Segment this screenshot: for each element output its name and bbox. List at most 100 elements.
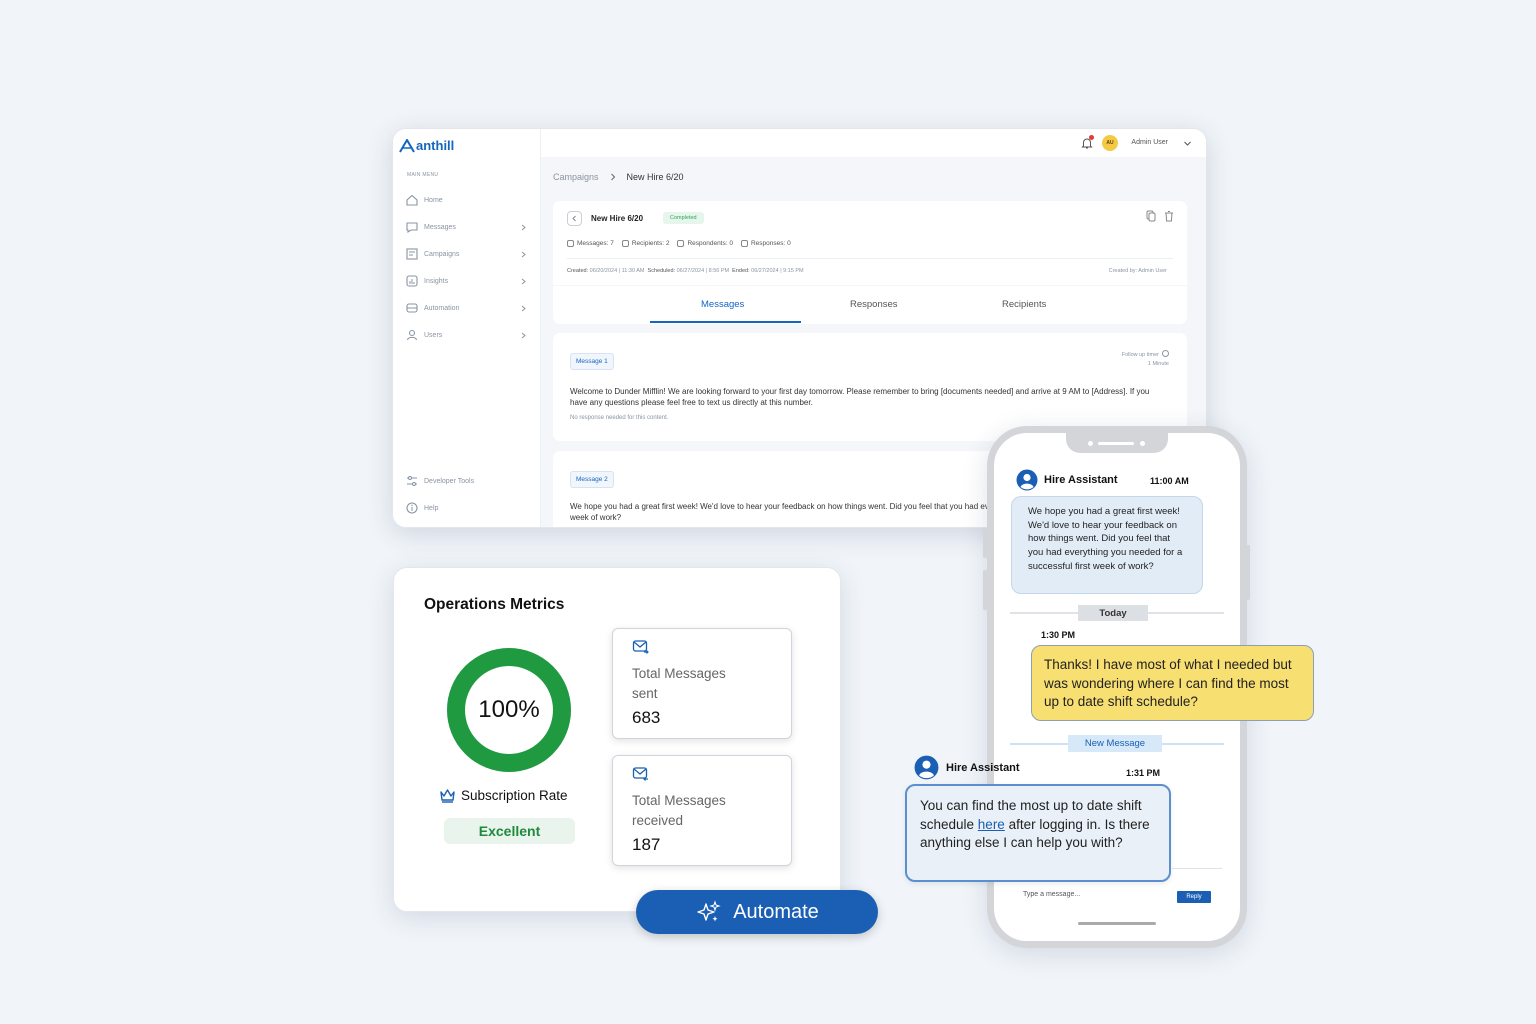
- campaign-stats: Messages: 7 Recipients: 2 Respondents: 0…: [567, 240, 791, 247]
- subscription-label: Subscription Rate: [461, 788, 568, 803]
- sidebar-item-home[interactable]: Home: [405, 191, 527, 209]
- tab-responses[interactable]: Responses: [850, 299, 898, 310]
- message-input[interactable]: Type a message...: [1023, 891, 1080, 898]
- sidebar-item-insights[interactable]: Insights: [405, 272, 527, 290]
- stat-recipients-text: Recipients: 2: [631, 240, 670, 247]
- sidebar-item-messages[interactable]: Messages: [405, 218, 527, 236]
- breadcrumb-campaigns[interactable]: Campaigns: [553, 172, 599, 182]
- sidebar-item-label: Campaigns: [424, 250, 460, 258]
- sidebar: anthill MAIN MENU Home Messages Campaign…: [393, 129, 541, 527]
- reply-button[interactable]: Reply: [1177, 891, 1211, 903]
- automation-icon: [406, 303, 418, 313]
- compose-divider: [1172, 868, 1222, 869]
- user-avatar[interactable]: AU: [1102, 135, 1118, 151]
- created-by: Created by: Admin User: [1108, 268, 1167, 274]
- status-badge: Completed: [663, 212, 704, 224]
- campaigns-icon: [406, 248, 418, 260]
- anthill-logo-icon: [399, 138, 415, 153]
- active-tab-indicator: [650, 321, 801, 323]
- phone-volume-button: [983, 530, 988, 558]
- total-received-card: Total Messages received 187: [612, 755, 792, 866]
- mail-sent-icon: [632, 640, 649, 654]
- sidebar-item-automation[interactable]: Automation: [405, 299, 527, 317]
- sidebar-item-label: Insights: [424, 277, 449, 285]
- schedule-link[interactable]: here: [978, 817, 1005, 832]
- chat-time: 11:00 AM: [1150, 476, 1189, 486]
- stat-responses-text: Responses: 0: [750, 240, 791, 247]
- sidebar-item-label: Help: [424, 504, 439, 512]
- follow-up-label: Follow up timer: [1121, 352, 1159, 358]
- ended-label: Ended:: [732, 268, 750, 274]
- created-label: Created:: [567, 268, 589, 274]
- notification-badge: [1089, 135, 1094, 140]
- phone-sensor: [1140, 441, 1145, 446]
- help-icon: [406, 502, 418, 514]
- chat-time: 1:30 PM: [1041, 630, 1076, 640]
- chevron-left-icon: [572, 215, 576, 222]
- stat-respondents-text: Respondents: 0: [687, 240, 733, 247]
- app-logo[interactable]: anthill: [399, 138, 454, 153]
- chevron-right-icon: [521, 224, 526, 230]
- top-bar: AU Admin User: [541, 129, 1206, 157]
- breadcrumb: Campaigns New Hire 6/20: [553, 172, 684, 182]
- chevron-right-icon: [521, 278, 526, 284]
- sidebar-item-label: Automation: [424, 304, 460, 312]
- menu-caption: MAIN MENU: [407, 172, 439, 178]
- phone-speaker: [1098, 442, 1134, 445]
- sidebar-item-label: Developer Tools: [424, 477, 475, 485]
- date-divider-today: Today: [1078, 605, 1148, 621]
- assistant-avatar-icon: [914, 755, 939, 780]
- back-button[interactable]: [567, 211, 582, 226]
- messages-icon: [406, 222, 418, 234]
- stat-value: 187: [632, 835, 661, 854]
- new-message-divider: New Message: [1068, 735, 1162, 752]
- mail-received-icon: [632, 767, 648, 781]
- trash-icon[interactable]: [1163, 210, 1175, 222]
- clock-icon: [1162, 350, 1169, 357]
- users-icon: [406, 329, 418, 341]
- logo-text: anthill: [416, 138, 455, 153]
- campaign-tabs: Messages Responses Recipients: [553, 286, 1187, 324]
- developer-tools-icon: [407, 476, 417, 486]
- insights-icon: [406, 275, 418, 287]
- campaign-header-card: New Hire 6/20 Completed Messages: 7 Reci…: [553, 201, 1187, 285]
- scheduled-label: Scheduled:: [647, 268, 676, 274]
- chat-sender: Hire Assistant: [1044, 474, 1118, 486]
- home-icon: [406, 194, 418, 206]
- sidebar-item-campaigns[interactable]: Campaigns: [405, 245, 527, 263]
- campaign-title: New Hire 6/20: [591, 214, 644, 223]
- user-name[interactable]: Admin User: [1131, 139, 1168, 146]
- stat-recipients: Recipients: 2: [621, 240, 670, 247]
- sparkles-icon: [697, 900, 721, 922]
- user-message-bubble: Thanks! I have most of what I needed but…: [1031, 645, 1314, 721]
- message-text: Welcome to Dunder Mifflin! We are lookin…: [570, 387, 1150, 407]
- home-indicator: [1078, 922, 1156, 925]
- chevron-right-icon: [521, 251, 526, 257]
- copy-icon[interactable]: [1145, 210, 1157, 222]
- breadcrumb-current: New Hire 6/20: [626, 172, 684, 182]
- sidebar-item-label: Users: [424, 331, 443, 339]
- phone-power-button: [1245, 545, 1250, 600]
- ended-date: 06/27/2024 | 9:15 PM: [751, 268, 804, 274]
- message-card-1[interactable]: Message 1 Follow up timer 1 Minute Welco…: [553, 333, 1187, 441]
- chevron-right-icon: [521, 305, 526, 311]
- subscription-value: 100%: [478, 696, 540, 723]
- metrics-title: Operations Metrics: [424, 596, 565, 613]
- operations-metrics-card: Operations Metrics 100% Subscription Rat…: [393, 567, 841, 912]
- tab-messages[interactable]: Messages: [701, 299, 744, 310]
- crown-icon: [440, 789, 455, 803]
- automate-button[interactable]: Automate: [636, 890, 878, 934]
- sidebar-item-users[interactable]: Users: [405, 326, 527, 344]
- stat-label: Total Messages received: [632, 793, 726, 828]
- sidebar-item-developer-tools[interactable]: Developer Tools: [405, 472, 527, 490]
- stat-respondents: Respondents: 0: [677, 240, 733, 247]
- chat-time: 1:31 PM: [1126, 768, 1161, 778]
- sidebar-item-help[interactable]: Help: [405, 499, 527, 517]
- assistant-avatar-icon: [1016, 469, 1038, 491]
- chevron-down-icon[interactable]: [1183, 139, 1192, 148]
- sidebar-item-label: Home: [424, 196, 443, 204]
- follow-up-timer: Follow up timer 1 Minute: [1122, 350, 1169, 369]
- recipients-stat-icon: [621, 240, 629, 247]
- message-tag: Message 2: [570, 471, 614, 488]
- tab-recipients[interactable]: Recipients: [1002, 299, 1046, 310]
